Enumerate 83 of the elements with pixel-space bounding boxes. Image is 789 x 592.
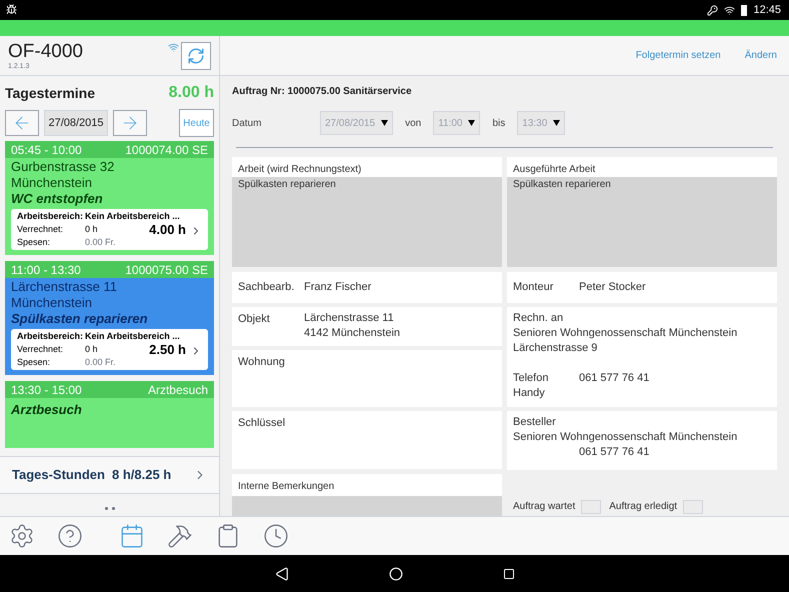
appointment-city: Münchenstein — [11, 175, 93, 191]
appointment-task: Arztbesuch — [11, 402, 82, 417]
from-label: von — [405, 116, 422, 130]
caret-icon — [553, 120, 560, 126]
field-value: 061 577 76 41 — [579, 371, 650, 386]
field-label: Interne Bemerkungen — [232, 474, 502, 496]
text-area[interactable]: Spülkasten reparieren — [507, 177, 777, 267]
wifi-icon — [724, 4, 736, 16]
detail-value: 0.00 Fr. — [85, 236, 117, 249]
detail-label: Spesen: — [17, 356, 52, 369]
detail-label: Arbeitsbereich: — [17, 210, 84, 223]
flag-label: Auftrag wartet — [513, 500, 576, 514]
app-title: OF-4000 — [8, 42, 83, 62]
field-label: Telefon — [513, 371, 550, 386]
home-icon[interactable] — [388, 566, 402, 580]
sync-button[interactable] — [181, 42, 211, 70]
field-label: Rechn. an — [513, 311, 564, 326]
field-label: Arbeit (wird Rechnungstext) — [232, 157, 502, 177]
field-label: Wohnung — [238, 356, 285, 368]
detail-label: Arbeitsbereich: — [17, 330, 84, 343]
detail-label: Verrechnet: — [17, 343, 64, 356]
appointment-card[interactable]: 13:30 - 15:00 Arztbesuch Arztbesuch — [5, 381, 214, 448]
appointment-card[interactable]: 05:45 - 10:00 1000074.00 SE Gurbenstrasse 32 Münchenstein WC entstopfen Arbeitsbereich: Kein Arbeitsbereich ... Verrechnet: 0 h 4.00 h Spesen: 0.00 Fr. — [5, 141, 214, 255]
checkbox[interactable] — [683, 500, 704, 514]
previous-day-button[interactable] — [5, 110, 39, 136]
detail-value: 0 h — [85, 343, 99, 356]
debug-icon — [6, 4, 17, 15]
detail-value: Kein Arbeitsbereich ... — [85, 330, 181, 343]
flag-label: Auftrag erledigt — [609, 500, 678, 514]
text-area[interactable]: Spülkasten reparieren — [232, 177, 502, 267]
field-value: Senioren Wohngenossenschaft Münchenstein — [513, 430, 738, 445]
field-label: Monteur — [513, 280, 554, 295]
to-label: bis — [492, 116, 506, 130]
appointment-ref: 1000075.00 SE — [125, 262, 208, 278]
field-label: Handy — [513, 386, 546, 401]
checkbox[interactable] — [581, 500, 602, 514]
appointment-ref: Arztbesuch — [148, 382, 208, 398]
appointment-time: 05:45 - 10:00 — [11, 142, 82, 158]
appointment-time: 11:00 - 13:30 — [11, 262, 81, 278]
field-value: Lärchenstrasse 11 — [304, 311, 395, 326]
battery-icon — [741, 4, 748, 16]
order-title: Auftrag Nr: 1000075.00 Sanitärservice — [232, 85, 413, 99]
appointment-task: WC entstopfen — [11, 191, 104, 207]
field-value: Franz Fischer — [304, 280, 372, 295]
back-icon[interactable] — [274, 566, 288, 580]
detail-label: Verrechnet: — [17, 223, 64, 236]
date-picker[interactable]: 27/08/2015 — [44, 110, 108, 136]
section-title: Tagestermine — [5, 84, 95, 103]
field-label: Schlüssel — [238, 417, 286, 429]
caret-icon — [381, 120, 388, 126]
appointment-ref: 1000074.00 SE — [125, 142, 208, 158]
appointment-hours: 4.00 h — [149, 223, 186, 236]
detail-value: 0 h — [85, 223, 99, 236]
sync-icon — [187, 47, 205, 65]
field-label: Sachbearb. — [238, 280, 296, 295]
recents-icon[interactable] — [502, 568, 514, 580]
appointment-time: 13:30 - 15:00 — [11, 382, 82, 398]
field-label: Ausgeführte Arbeit — [507, 157, 777, 177]
total-hours: 8.00 h — [168, 83, 214, 103]
field-label: Objekt — [238, 312, 271, 327]
appointment-hours: 2.50 h — [149, 343, 186, 356]
wifi-icon — [168, 42, 179, 53]
date-label: Datum — [232, 116, 262, 130]
appointment-city: Münchenstein — [11, 295, 93, 311]
field-value: Peter Stocker — [579, 280, 646, 295]
key-icon — [707, 4, 718, 16]
page-indicator — [104, 507, 114, 510]
day-hours-row[interactable]: Tages-Stunden 8 h/8.25 h — [0, 456, 219, 494]
detail-label: Spesen: — [17, 236, 52, 249]
field-label: Besteller — [513, 415, 557, 430]
detail-value: Kein Arbeitsbereich ... — [85, 210, 181, 223]
appointment-street: Lärchenstrasse 11 — [11, 279, 118, 295]
next-day-button[interactable] — [113, 110, 147, 136]
field-value: Senioren Wohngenossenschaft Münchenstein — [513, 326, 738, 341]
appointment-street: Gurbenstrasse 32 — [11, 159, 116, 175]
appointment-card[interactable]: 11:00 - 13:30 1000075.00 SE Lärchenstrasse 11 Münchenstein Spülkasten reparieren Arbeitsbereich: Kein Arbeitsbereich ... Verrechnet: 0 h 2.50 h Spesen: 0.00 Fr. — [5, 261, 214, 375]
field-value: 061 577 76 41 — [578, 445, 650, 460]
detail-value: 0.00 Fr. — [85, 356, 117, 369]
appointment-task: Spülkasten reparieren — [11, 311, 149, 327]
field-value: 4142 Münchenstein — [304, 326, 400, 341]
field-value: Lärchenstrasse 9 — [513, 341, 598, 356]
caret-icon — [468, 120, 476, 126]
clock-time: 12:45 — [753, 2, 781, 18]
